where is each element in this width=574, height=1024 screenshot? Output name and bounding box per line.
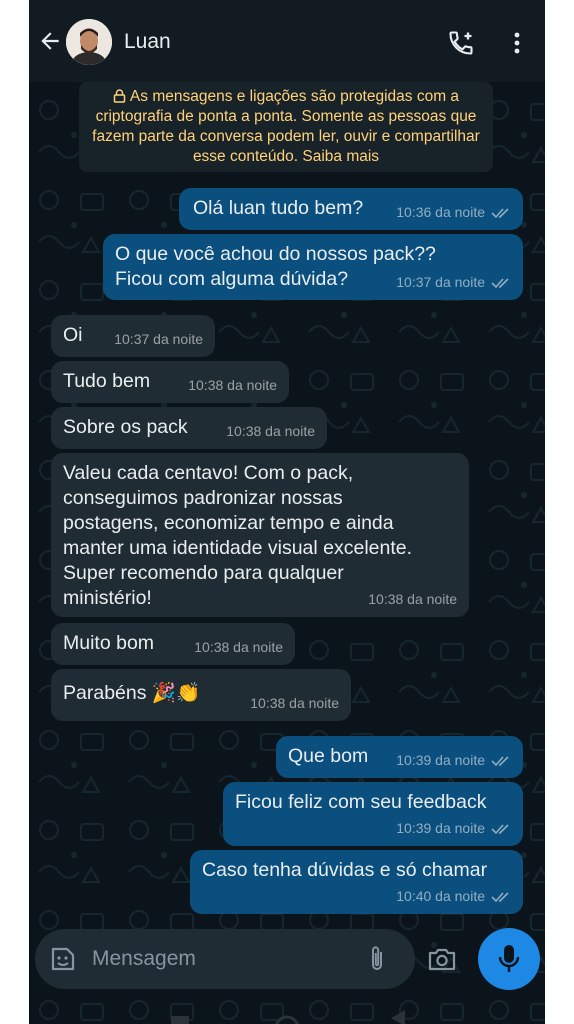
- message-bubble[interactable]: Olá luan tudo bem? 10:36 da noite: [179, 188, 523, 230]
- message-bubble[interactable]: Ficou feliz com seu feedback 10:39 da no…: [223, 782, 523, 846]
- encryption-notice-text: As mensagens e ligações são protegidas c…: [92, 88, 480, 165]
- attach-icon[interactable]: [366, 944, 388, 974]
- message-meta: 10:36 da noite: [396, 200, 511, 225]
- message-time: 10:40 da noite: [396, 888, 485, 904]
- message-bubble[interactable]: Parabéns 🎉👏 10:38 da noite: [51, 669, 351, 721]
- message-time: 10:39 da noite: [396, 752, 485, 768]
- message-bubble[interactable]: Valeu cada centavo! Com o pack, consegui…: [51, 453, 469, 617]
- message-text: Ficou feliz com seu feedback: [235, 791, 487, 813]
- chat-header: Luan: [29, 0, 545, 82]
- message-meta: 10:38 da noite: [250, 691, 339, 716]
- message-meta: 10:38 da noite: [368, 587, 457, 612]
- camera-icon[interactable]: [427, 946, 457, 972]
- back-arrow-icon[interactable]: [37, 28, 63, 54]
- message-bubble[interactable]: Tudo bem 10:38 da noite: [51, 361, 289, 403]
- contact-avatar[interactable]: [66, 19, 112, 65]
- message-bubble[interactable]: Sobre os pack 10:38 da noite: [51, 407, 327, 449]
- message-time: 10:38 da noite: [250, 695, 339, 711]
- message-time: 10:37 da noite: [396, 274, 485, 290]
- encryption-notice[interactable]: As mensagens e ligações são protegidas c…: [79, 82, 493, 172]
- message-meta: 10:38 da noite: [188, 373, 277, 398]
- message-time: 10:37 da noite: [114, 331, 203, 347]
- read-ticks-icon: [491, 755, 509, 766]
- message-bubble[interactable]: Oi 10:37 da noite: [51, 315, 215, 357]
- message-bubble[interactable]: Muito bom 10:38 da noite: [51, 623, 295, 665]
- recents-button-icon: [171, 1016, 189, 1024]
- message-time: 10:38 da noite: [226, 423, 315, 439]
- chat-screen: Luan As mensagens e ligações são protegi…: [29, 0, 545, 1024]
- message-meta: 10:38 da noite: [194, 635, 283, 660]
- microphone-icon: [498, 945, 520, 972]
- message-bubble[interactable]: Que bom 10:39 da noite: [276, 736, 523, 778]
- home-button-icon: [275, 1015, 299, 1024]
- message-meta: 10:37 da noite: [114, 327, 203, 352]
- message-meta: 10:39 da noite: [396, 748, 511, 773]
- lock-icon: [113, 89, 126, 103]
- message-time: 10:38 da noite: [194, 639, 283, 655]
- sticker-emoji-icon[interactable]: [49, 945, 77, 973]
- message-time: 10:38 da noite: [188, 377, 277, 393]
- back-button-icon: [391, 1010, 405, 1024]
- message-input-bar: Mensagem: [35, 929, 456, 989]
- message-bubble[interactable]: O que você achou do nossos pack?? Ficou …: [103, 234, 523, 300]
- voice-message-button[interactable]: [478, 928, 540, 990]
- message-meta: 10:37 da noite: [396, 270, 511, 295]
- message-meta: 10:39 da noite: [396, 816, 511, 841]
- more-options-icon[interactable]: [507, 30, 527, 56]
- message-time: 10:36 da noite: [396, 204, 485, 220]
- message-text: Caso tenha dúvidas e só chamar: [202, 859, 488, 881]
- contact-name[interactable]: Luan: [124, 30, 171, 54]
- message-bubble[interactable]: Caso tenha dúvidas e só chamar 10:40 da …: [190, 850, 523, 914]
- read-ticks-icon: [491, 207, 509, 218]
- message-meta: 10:40 da noite: [396, 884, 511, 909]
- message-time: 10:39 da noite: [396, 820, 485, 836]
- read-ticks-icon: [491, 891, 509, 902]
- system-navigation-bar: [171, 1010, 405, 1024]
- read-ticks-icon: [491, 823, 509, 834]
- message-meta: 10:38 da noite: [226, 419, 315, 444]
- message-time: 10:38 da noite: [368, 591, 457, 607]
- message-input[interactable]: Mensagem: [92, 947, 196, 971]
- add-call-icon[interactable]: [447, 29, 475, 57]
- read-ticks-icon: [491, 277, 509, 288]
